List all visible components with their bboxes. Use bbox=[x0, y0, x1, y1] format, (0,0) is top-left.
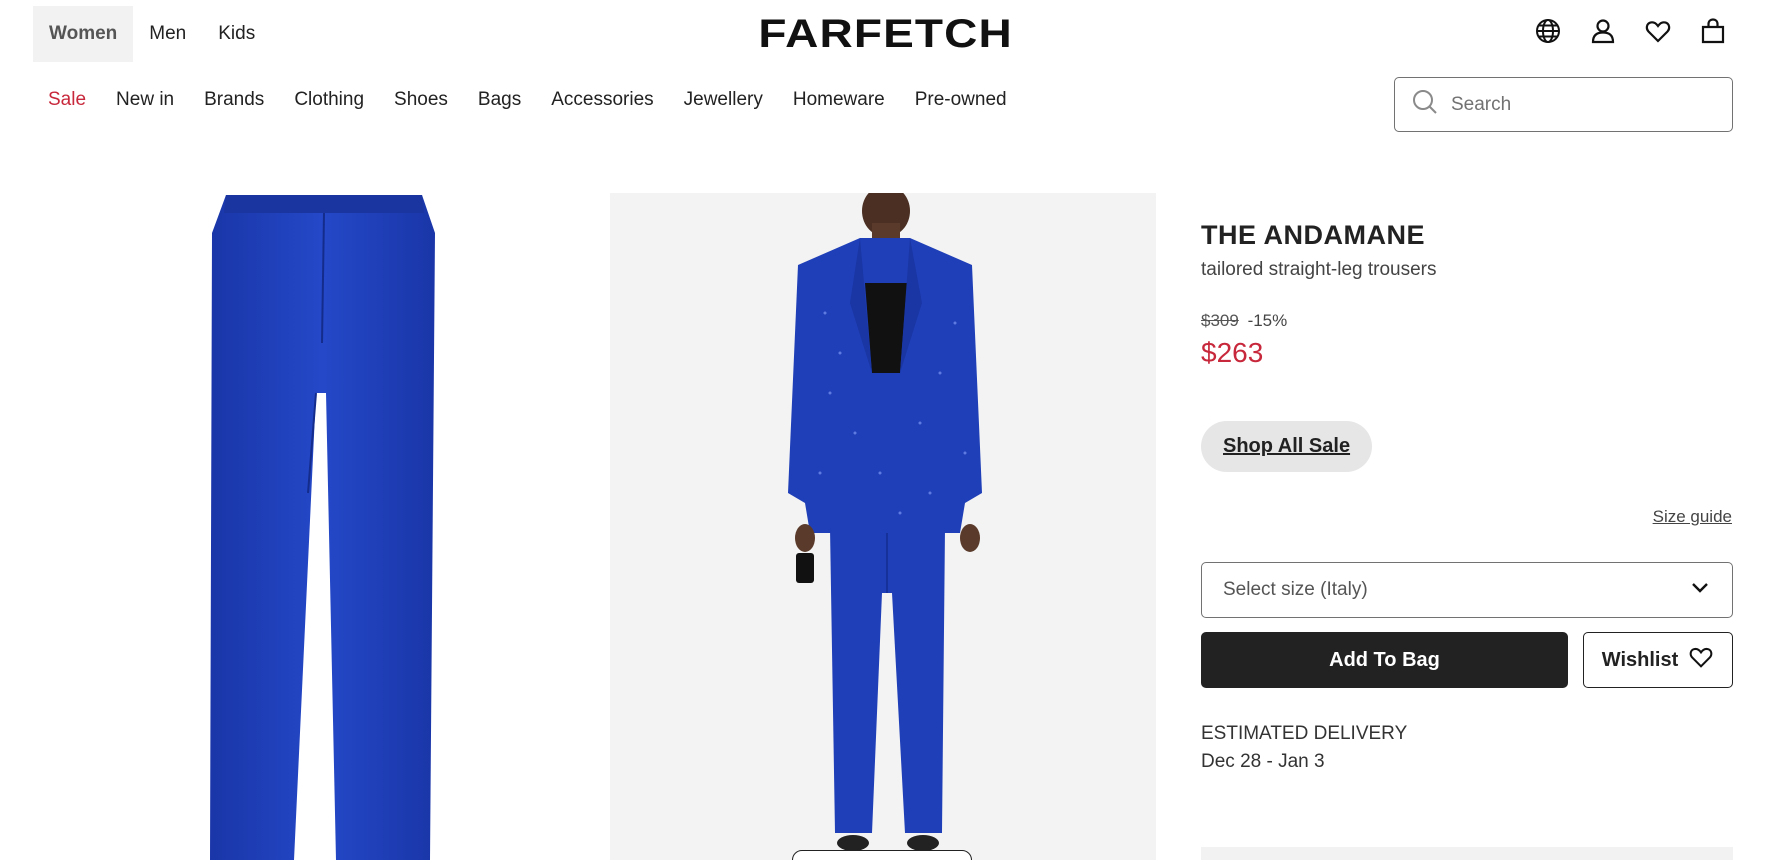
nav-item-shoes[interactable]: Shoes bbox=[394, 89, 448, 111]
gallery-indicator[interactable] bbox=[792, 850, 972, 860]
size-select-placeholder: Select size (Italy) bbox=[1223, 579, 1368, 600]
account-icon[interactable] bbox=[1588, 16, 1618, 46]
search-box[interactable] bbox=[1394, 77, 1733, 132]
product-image-trousers[interactable] bbox=[130, 193, 510, 860]
gender-tab-kids[interactable]: Kids bbox=[202, 6, 271, 62]
globe-icon[interactable] bbox=[1533, 16, 1563, 46]
nav-item-homeware[interactable]: Homeware bbox=[793, 89, 885, 111]
gender-tabs: Women Men Kids bbox=[33, 6, 271, 62]
nav-item-new-in[interactable]: New in bbox=[116, 89, 174, 111]
shop-all-sale-button[interactable]: Shop All Sale bbox=[1201, 421, 1373, 472]
nav-item-clothing[interactable]: Clothing bbox=[294, 89, 364, 111]
product-info: THE ANDAMANE tailored straight-leg trous… bbox=[1201, 220, 1733, 369]
product-brand[interactable]: THE ANDAMANE bbox=[1201, 220, 1733, 251]
nav-item-accessories[interactable]: Accessories bbox=[551, 89, 653, 111]
product-description: tailored straight-leg trousers bbox=[1201, 259, 1437, 280]
gender-tab-women[interactable]: Women bbox=[33, 6, 134, 62]
nav-item-pre-owned[interactable]: Pre-owned bbox=[915, 89, 1007, 111]
category-nav: Sale New in Brands Clothing Shoes Bags A… bbox=[48, 89, 1007, 111]
wishlist-heart-icon[interactable] bbox=[1643, 16, 1673, 46]
wishlist-button-label: Wishlist bbox=[1601, 648, 1679, 671]
nav-item-jewellery[interactable]: Jewellery bbox=[684, 89, 763, 111]
product-image-model[interactable] bbox=[610, 193, 1156, 860]
gender-tab-men[interactable]: Men bbox=[133, 6, 202, 62]
delivery-title: ESTIMATED DELIVERY bbox=[1201, 723, 1408, 744]
original-price: $309 bbox=[1201, 311, 1239, 330]
heart-icon bbox=[1688, 644, 1714, 676]
header-icons bbox=[1533, 16, 1728, 46]
shopping-bag-icon[interactable] bbox=[1698, 16, 1728, 46]
sale-price: $263 bbox=[1201, 337, 1264, 368]
size-guide-link[interactable]: Size guide bbox=[1653, 507, 1732, 527]
nav-item-bags[interactable]: Bags bbox=[478, 89, 521, 111]
info-panel-edge bbox=[1201, 847, 1733, 860]
chevron-down-icon bbox=[1690, 577, 1710, 603]
delivery-dates: Dec 28 - Jan 3 bbox=[1201, 751, 1325, 772]
site-logo[interactable]: FARFETCH bbox=[759, 12, 1014, 57]
estimated-delivery: ESTIMATED DELIVERY Dec 28 - Jan 3 bbox=[1201, 720, 1407, 776]
search-input[interactable] bbox=[1451, 93, 1711, 116]
search-icon bbox=[1411, 88, 1439, 121]
wishlist-button[interactable]: Wishlist bbox=[1583, 632, 1733, 688]
nav-item-brands[interactable]: Brands bbox=[204, 89, 264, 111]
discount-label: -15% bbox=[1247, 311, 1288, 330]
size-select[interactable]: Select size (Italy) bbox=[1201, 562, 1733, 618]
add-to-bag-button[interactable]: Add To Bag bbox=[1201, 632, 1568, 688]
nav-item-sale[interactable]: Sale bbox=[48, 89, 86, 111]
price-row: $309 -15% bbox=[1201, 311, 1733, 331]
